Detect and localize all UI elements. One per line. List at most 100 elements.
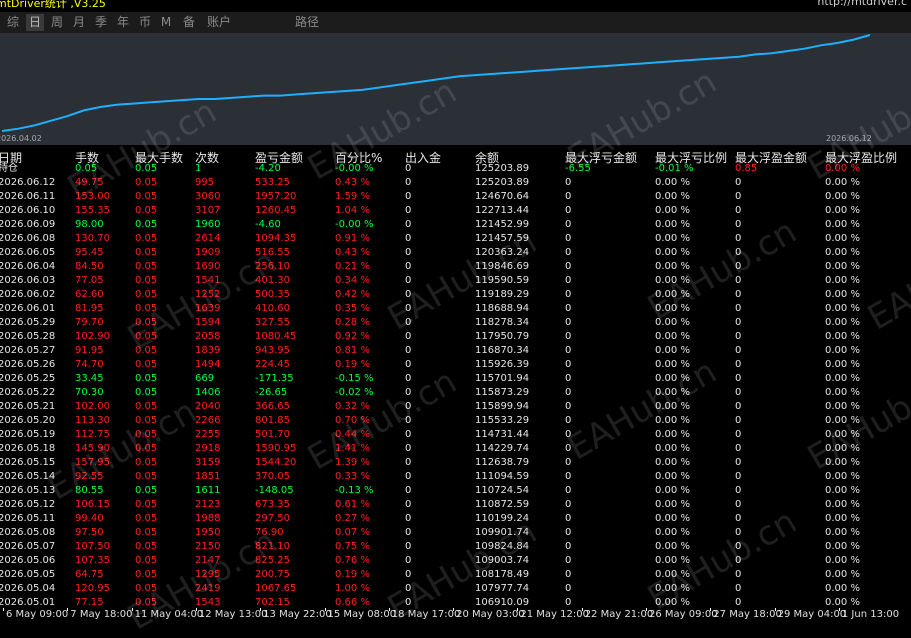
table-row[interactable]: 2026.05.08 97.50 0.05 1950 76.90 0.07 % 0 0 0 109…	[0, 526, 911, 540]
cell-pct: 0.07 %	[335, 527, 370, 538]
table-row[interactable]: 2026.05.05 64.75 0.05 1295 200.75 0.19 % 0 0 0 10…	[0, 568, 911, 582]
cell-date: 2026.05.15	[0, 457, 56, 468]
table-row[interactable]: 2026.05.07 107.50 0.05 2150 821.10 0.75 % 0 0 0 1…	[0, 540, 911, 554]
table-row[interactable]: 2026.06.01 81.95 0.05 1639 410.60 0.35 % 0 0 0 11…	[0, 302, 911, 316]
tab-2[interactable]: 周	[48, 14, 66, 31]
table-row[interactable]: 2026.05.25 33.45 0.05 669 -171.35 -0.15 % 0 0 0 1…	[0, 372, 911, 386]
cell-zero: 0	[565, 429, 572, 440]
cell-max-float-loss-pct: -0.01 %	[655, 163, 694, 174]
table-row[interactable]: 2026.05.11 99.40 0.05 1988 297.50 0.27 % 0 0 0 11…	[0, 512, 911, 526]
cell-zero-pct: 0.00 %	[825, 317, 860, 328]
cell-count: 2266	[195, 415, 221, 426]
cell-pct: 0.92 %	[335, 331, 370, 342]
tab-7[interactable]: M	[160, 14, 172, 31]
time-tick-mark	[67, 608, 69, 611]
cell-date: 2026.06.12	[0, 177, 56, 188]
tab-10[interactable]: 路径	[292, 14, 322, 31]
cell-zero: 0	[735, 527, 742, 538]
cell-zero: 0	[735, 513, 742, 524]
cell-zero: 0	[735, 233, 742, 244]
cell-zero-pct: 0.00 %	[655, 219, 690, 230]
cell-zero: 0	[565, 555, 572, 566]
table-row[interactable]: 2026.06.05 95.45 0.05 1909 516.55 0.43 % 0 0 0 12…	[0, 246, 911, 260]
cell-zero: 0	[735, 205, 742, 216]
table-row[interactable]: 2026.06.02 62.60 0.05 1252 500.35 0.42 % 0 0 0 11…	[0, 288, 911, 302]
cell-zero-pct: 0.00 %	[655, 345, 690, 356]
cell-date: 2026.05.26	[0, 359, 56, 370]
cell-zero-pct: 0.00 %	[655, 443, 690, 454]
table-row[interactable]: 2026.05.22 70.30 0.05 1406 -26.65 -0.02 % 0 0 0 1…	[0, 386, 911, 400]
cell-zero: 0	[735, 429, 742, 440]
cell-date: 2026.05.04	[0, 583, 56, 594]
cell-zero: 0	[405, 261, 412, 272]
website-link[interactable]: http://mtdriver.c	[817, 0, 907, 8]
holding-label: 持仓	[0, 163, 18, 174]
cell-date: 2026.05.21	[0, 401, 56, 412]
table-row[interactable]: 2026.05.29 79.70 0.05 1594 327.55 0.28 % 0 0 0 11…	[0, 316, 911, 330]
cell-pct: 1.59 %	[335, 191, 370, 202]
cell-date: 2026.05.05	[0, 569, 56, 580]
equity-chart: 2026.04.02 2026.06.12	[0, 33, 911, 145]
cell-zero: 0	[405, 275, 412, 286]
tab-0[interactable]: 综	[4, 14, 22, 31]
cell-pct: 0.28 %	[335, 317, 370, 328]
table-row[interactable]: 2026.05.28 102.90 0.05 2058 1080.45 0.92 % 0 0 0…	[0, 330, 911, 344]
table-row[interactable]: 2026.05.27 91.95 0.05 1839 943.95 0.81 % 0 0 0 11…	[0, 344, 911, 358]
table-row[interactable]: 2026.05.04 120.95 0.05 2419 1067.65 1.00 % 0 0 0…	[0, 582, 911, 596]
table-row[interactable]: 2026.05.13 80.55 0.05 1611 -148.05 -0.13 % 0 0 0…	[0, 484, 911, 498]
cell-zero: 0	[405, 499, 412, 510]
cell-count: 1	[195, 163, 202, 174]
tab-8[interactable]: 备	[180, 14, 198, 31]
cell-lots: 95.45	[75, 247, 104, 258]
cell-count: 1406	[195, 387, 221, 398]
table-row[interactable]: 2026.06.11 153.00 0.05 3060 1957.20 1.59 % 0 0 0…	[0, 190, 911, 204]
holding-row[interactable]: 持仓 0.05 0.05 1 -4.20 -0.00 % 0 125203.89 -6.55 -0…	[0, 162, 911, 176]
cell-zero-pct: 0.00 %	[825, 373, 860, 384]
cell-zero: 0	[735, 569, 742, 580]
cell-lots: 80.55	[75, 485, 104, 496]
cell-lots: 153.00	[75, 191, 110, 202]
cell-zero-pct: 0.00 %	[655, 555, 690, 566]
cell-zero: 0	[735, 191, 742, 202]
table-row[interactable]: 2026.05.14 92.55 0.05 1851 370.05 0.33 % 0 0 0 11…	[0, 470, 911, 484]
cell-max-lots: 0.05	[135, 177, 158, 188]
table-row[interactable]: 2026.06.09 98.00 0.05 1960 -4.60 -0.00 % 0 0 0 12…	[0, 218, 911, 232]
table-row[interactable]: 2026.06.04 84.50 0.05 1690 256.10 0.21 % 0 0 0 11…	[0, 260, 911, 274]
tab-1[interactable]: 日	[26, 14, 44, 31]
tab-5[interactable]: 年	[114, 14, 132, 31]
cell-pct: 0.43 %	[335, 247, 370, 258]
cell-zero-pct: 0.00 %	[655, 233, 690, 244]
cell-date: 2026.05.07	[0, 541, 56, 552]
table-row[interactable]: 2026.05.19 112.75 0.05 2255 501.70 0.44 % 0 0 0 1…	[0, 428, 911, 442]
cell-zero-pct: 0.00 %	[655, 513, 690, 524]
table-row[interactable]: 2026.05.06 107.35 0.05 2147 825.25 0.76 % 0 0 0 1…	[0, 554, 911, 568]
table-row[interactable]: 2026.05.12 106.15 0.05 2123 673.35 0.61 % 0 0 0 1…	[0, 498, 911, 512]
table-row[interactable]: 2026.06.08 130.70 0.05 2614 1094.35 0.91 % 0 0 0…	[0, 232, 911, 246]
table-row[interactable]: 2026.05.20 113.30 0.05 2266 801.85 0.70 % 0 0 0 1…	[0, 414, 911, 428]
cell-zero-pct: 0.00 %	[655, 205, 690, 216]
time-axis: 6 May 09:00 7 May 18:00 11 May 04:00 12 May…	[0, 608, 911, 621]
table-row[interactable]: 2026.05.18 145.90 0.05 2918 1590.95 1.41 % 0 0 0…	[0, 442, 911, 456]
cell-lots: 62.60	[75, 289, 104, 300]
cell-balance: 108178.49	[475, 569, 530, 580]
cell-balance: 125203.89	[475, 163, 530, 174]
table-row[interactable]: 2026.05.15 157.95 0.05 3159 1544.20 1.39 % 0 0 0…	[0, 456, 911, 470]
table-row[interactable]: 2026.05.21 102.00 0.05 2040 366.65 0.32 % 0 0 0 1…	[0, 400, 911, 414]
cell-zero-pct: 0.00 %	[825, 457, 860, 468]
table-row[interactable]: 2026.06.03 77.05 0.05 1541 401.30 0.34 % 0 0 0 11…	[0, 274, 911, 288]
cell-count: 2123	[195, 499, 221, 510]
tab-3[interactable]: 月	[70, 14, 88, 31]
tab-9[interactable]: 账户	[204, 14, 234, 31]
cell-zero-pct: 0.00 %	[825, 387, 860, 398]
cell-zero: 0	[565, 177, 572, 188]
cell-zero-pct: 0.00 %	[825, 485, 860, 496]
cell-zero: 0	[405, 233, 412, 244]
tab-6[interactable]: 币	[136, 14, 154, 31]
cell-lots: 99.40	[75, 513, 104, 524]
cell-zero-pct: 0.00 %	[655, 317, 690, 328]
table-row[interactable]: 2026.05.26 74.70 0.05 1494 224.45 0.19 % 0 0 0 11…	[0, 358, 911, 372]
table-row[interactable]: 2026.06.10 155.35 0.05 3107 1260.45 1.04 % 0 0 0…	[0, 204, 911, 218]
tab-4[interactable]: 季	[92, 14, 110, 31]
cell-zero: 0	[735, 219, 742, 230]
table-row[interactable]: 2026.06.12 49.75 0.05 995 533.25 0.43 % 0 0 0 125…	[0, 176, 911, 190]
